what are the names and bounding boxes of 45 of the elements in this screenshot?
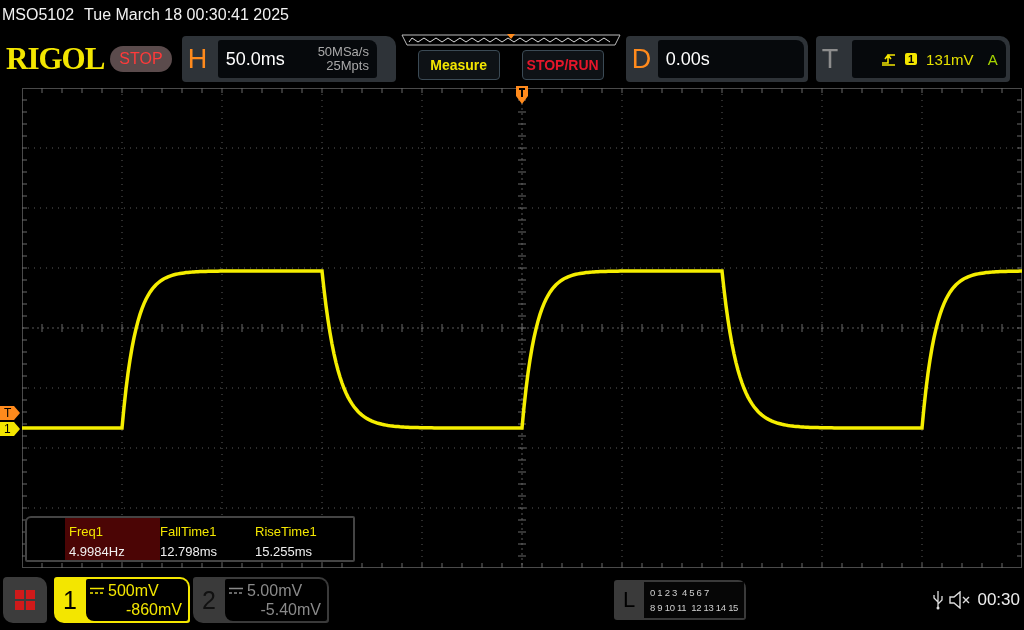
trigger-level-marker[interactable]: T [0,406,20,420]
logic-channel-numbers: 8 9 10 11 [650,601,687,615]
date-time: Tue March 18 00:30:41 2025 [84,6,289,24]
horizontal-panel[interactable]: H 50.0ms 50MSa/s 25Mpts [181,36,396,82]
vertical-scale: 500mV [108,581,159,600]
grid-icon [14,589,36,611]
run-status-badge: STOP [110,46,172,72]
usb-icon [933,590,944,610]
measurement-item[interactable]: RiseTime1 15.255ms [255,518,350,560]
vertical-scale: 5.00mV [247,581,303,600]
horizontal-label: H [187,43,209,75]
measurement-item[interactable]: FallTime1 12.798ms [160,518,255,560]
channel-panel[interactable]: 1 500mV -860mV [54,577,190,623]
dc-coupling-icon [90,586,104,595]
trigger-mode: A [987,50,998,68]
vertical-offset: -5.40mV [260,600,321,619]
sample-rate: 50MSa/s [317,45,369,59]
model-name: MSO5102 [2,6,75,24]
logic-channel-numbers: 0 1 2 3 [650,586,677,600]
trigger-level: 131mV [926,50,974,68]
clock-time: 00:30 [977,590,1020,610]
measurement-item[interactable]: Freq1 4.9984Hz [65,518,160,560]
timebase-value: 50.0ms [225,48,286,70]
trigger-label: T [821,43,840,75]
channel-offset-marker[interactable]: 1 [0,422,20,436]
logic-channel-numbers: 12 13 14 15 [691,601,739,615]
logic-channel-numbers: 4 5 6 7 [681,586,709,600]
vertical-offset: -860mV [125,600,182,619]
logic-panel[interactable]: L 0 1 2 3 4 5 6 7 8 9 10 11 12 13 14 15 [614,580,746,620]
delay-label: D [631,43,652,75]
menu-button[interactable] [3,577,47,623]
channel-number: 1 [62,584,78,616]
memory-depth: 25Mpts [326,59,369,73]
logic-label: L [621,587,637,613]
trigger-source: 1 [904,53,918,65]
delay-value: 0.00s [665,48,711,70]
stop-run-button[interactable]: STOP/RUN [521,50,604,80]
trigger-position-icon [515,86,529,106]
delay-panel[interactable]: D 0.00s [625,36,808,82]
brand-logo: RIGOL [6,41,105,77]
dc-coupling-icon [229,586,243,595]
measure-button[interactable]: Measure [417,50,500,80]
trigger-panel[interactable]: T 1 131mV A [815,36,1010,82]
rising-edge-icon [881,52,896,66]
speaker-muted-icon [949,591,972,609]
